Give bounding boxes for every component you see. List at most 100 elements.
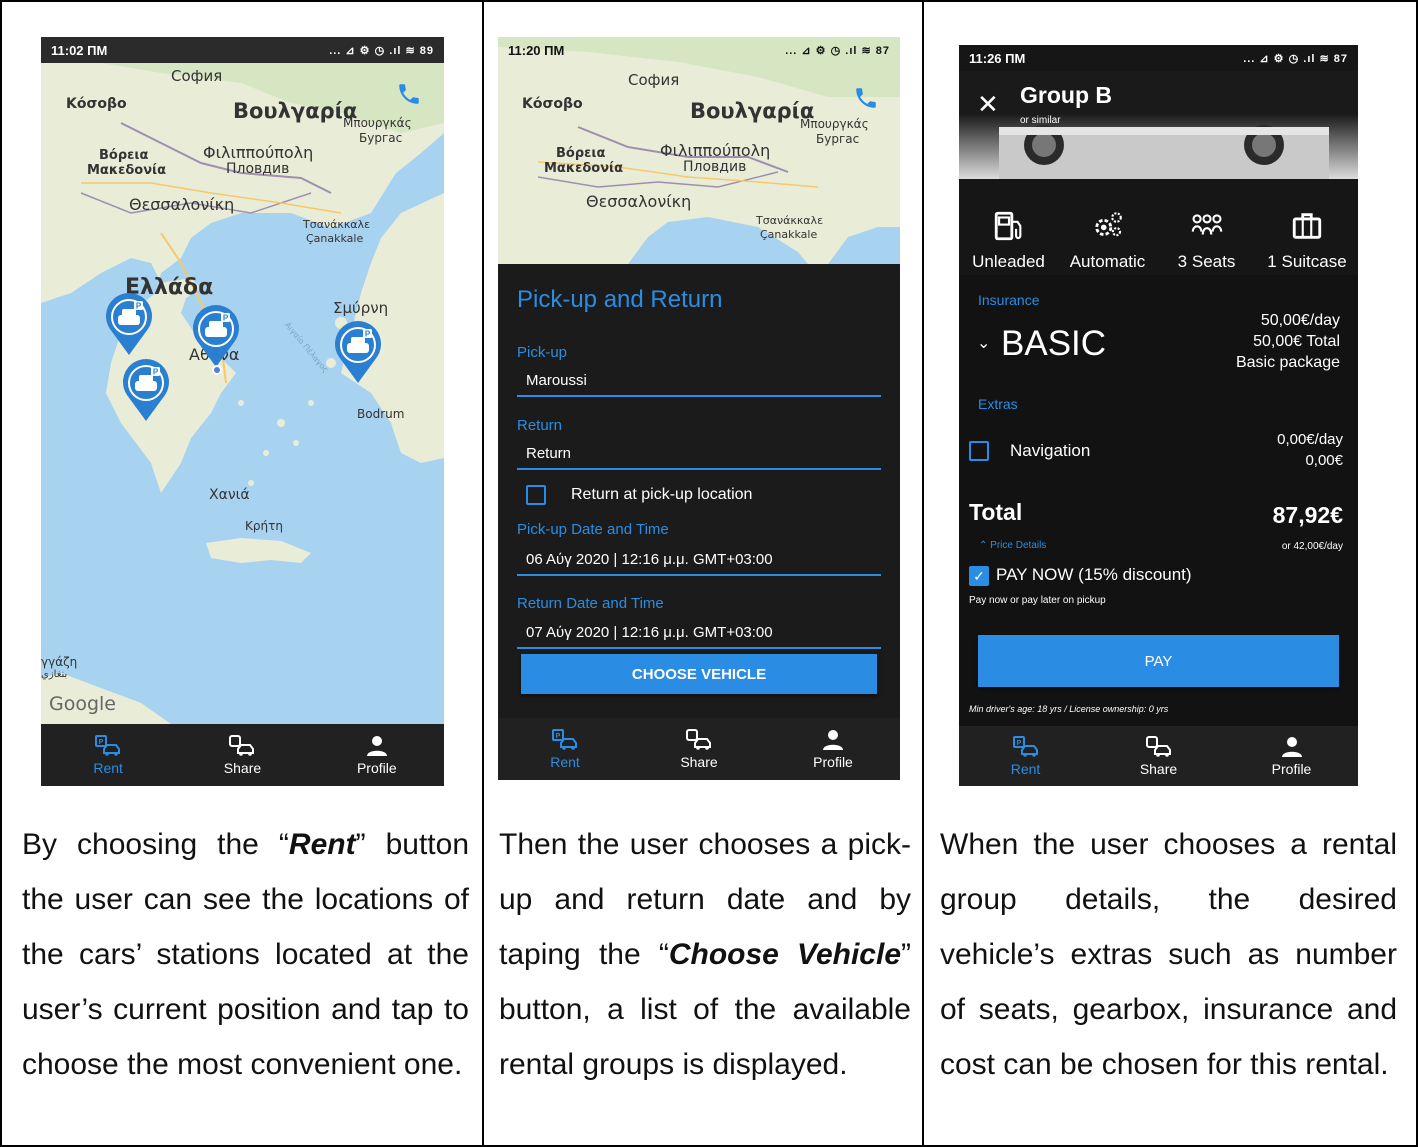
- station-pin[interactable]: P: [333, 319, 383, 385]
- nav-profile[interactable]: Profile: [788, 729, 878, 770]
- share-car-icon: [229, 734, 255, 756]
- station-pin[interactable]: P: [121, 357, 171, 423]
- form-title: Pick-up and Return: [517, 286, 723, 313]
- pickup-input[interactable]: Maroussi: [517, 372, 881, 397]
- same-location-label: Return at pick-up location: [571, 486, 753, 503]
- navigation-checkbox[interactable]: [969, 441, 989, 461]
- feature-gearbox: Automatic: [1058, 179, 1157, 275]
- map-label: Βουλγαρία: [233, 99, 358, 123]
- map-label: Çanakkale: [306, 232, 364, 245]
- pickup-return-form: Pick-up and Return Pick-up Maroussi Retu…: [498, 264, 900, 718]
- group-subtitle: or similar: [1020, 115, 1061, 126]
- map-label: Χανιά: [209, 487, 250, 503]
- bottom-nav: P Rent Share Profile: [498, 718, 900, 780]
- choose-vehicle-button[interactable]: CHOOSE VEHICLE: [521, 654, 877, 694]
- price-details-toggle[interactable]: ⌃ Price Details: [979, 540, 1046, 551]
- nav-rent[interactable]: P Rent: [63, 734, 153, 776]
- svg-text:P: P: [153, 368, 159, 377]
- bottom-nav: P Rent Share Profile: [959, 726, 1358, 786]
- caption-bold: Choose Vehicle: [668, 938, 901, 971]
- pay-now-checkbox[interactable]: ✓: [969, 566, 989, 586]
- caption-choose-vehicle: Then the user chooses a pick-up and retu…: [499, 817, 911, 1092]
- station-pin[interactable]: P: [191, 303, 241, 369]
- insurance-price-day: 50,00€/day: [1260, 312, 1340, 329]
- svg-text:P: P: [136, 302, 142, 311]
- pay-button[interactable]: PAY: [978, 635, 1339, 687]
- nav-profile-label: Profile: [356, 759, 397, 776]
- status-time: 11:02 ПМ: [51, 42, 108, 58]
- map-label: Бургас: [816, 132, 860, 146]
- station-pin[interactable]: P: [104, 291, 154, 357]
- total-label: Total: [969, 499, 1023, 525]
- nav-rent-label: Rent: [550, 753, 580, 770]
- return-input[interactable]: Return: [517, 445, 881, 470]
- nav-profile[interactable]: Profile: [1247, 736, 1337, 777]
- map-label: Пловдив: [226, 161, 290, 177]
- svg-text:P: P: [365, 330, 371, 339]
- feature-label: Unleaded: [972, 252, 1045, 271]
- pickup-datetime-input[interactable]: 06 Αύγ 2020 | 12:16 μ.μ. GMT+03:00: [517, 551, 881, 576]
- map-label: Βουλγαρία: [690, 99, 815, 123]
- insurance-description: Basic package: [1235, 354, 1340, 371]
- map-label: Бургас: [359, 131, 403, 145]
- min-age-note: Min driver's age: 18 yrs / License owner…: [969, 704, 1169, 714]
- caption-text: By choosing the “: [22, 828, 289, 861]
- caption-text: ” button the user can see the locations …: [22, 828, 470, 1081]
- map-view[interactable]: София Κόσοβο Βουλγαρία Μπουργκάς Бургас …: [41, 63, 444, 724]
- caption-bold: Rent: [288, 828, 356, 861]
- extra-price-total: 0,00€: [1305, 452, 1343, 469]
- nav-share-label: Share: [223, 759, 262, 776]
- column-divider: [482, 0, 484, 1147]
- caption-rent: By choosing the “Rent” button the user c…: [22, 817, 469, 1092]
- phone-screen-map: 11:02 ПМ ... ⊿ ⚙ ◷ .ıl ≋ 89 София Κόσοβο…: [41, 37, 444, 786]
- nav-share[interactable]: Share: [197, 734, 287, 776]
- fuel-icon: [994, 211, 1021, 241]
- map-label: Κρήτη: [245, 519, 283, 533]
- map-label: Σμύρνη: [333, 299, 389, 317]
- status-time: 11:26 ПМ: [969, 50, 1026, 66]
- map-label: Τσανάκκαλε: [303, 218, 371, 231]
- suitcase-icon: [1292, 213, 1322, 239]
- chevron-up-icon: ⌃: [979, 540, 991, 551]
- total-value: 87,92€: [1272, 502, 1343, 528]
- phone-icon[interactable]: [396, 81, 422, 107]
- profile-icon: [823, 729, 843, 750]
- return-datetime-input[interactable]: 07 Αύγ 2020 | 12:16 μ.μ. GMT+03:00: [517, 624, 881, 649]
- map-label: Κόσοβο: [66, 96, 127, 112]
- status-icons: ... ⊿ ⚙ ◷ .ıl ≋ 89: [329, 44, 434, 57]
- insurance-name[interactable]: BASIC: [1001, 324, 1106, 364]
- map-label: Пловдив: [683, 159, 747, 175]
- price-details-label: Price Details: [990, 540, 1047, 551]
- gear-icon: [1094, 212, 1122, 237]
- return-datetime-label: Return Date and Time: [517, 595, 664, 612]
- nav-rent[interactable]: P Rent: [520, 728, 610, 770]
- pickup-label: Pick-up: [517, 344, 568, 361]
- map-label: Βόρεια: [99, 148, 149, 163]
- feature-label: Automatic: [1069, 252, 1146, 271]
- nav-rent[interactable]: P Rent: [981, 735, 1071, 777]
- phone-icon[interactable]: [853, 85, 879, 111]
- extras-label: Extras: [978, 396, 1018, 412]
- extra-price-day: 0,00€/day: [1277, 431, 1343, 448]
- rent-car-icon: P: [95, 734, 121, 756]
- map-label: Θεσσαλονίκη: [129, 195, 235, 214]
- same-location-checkbox[interactable]: [526, 485, 546, 505]
- phone-screen-group: 11:26 ПМ ... ⊿ ⚙ ◷ .ıl ≋ 87 ✕ Group B or…: [959, 45, 1358, 786]
- map-label: София: [628, 71, 680, 89]
- pay-now-label: PAY NOW (15% discount): [996, 565, 1192, 584]
- nav-profile[interactable]: Profile: [332, 735, 422, 776]
- map-label: Μακεδονία: [87, 163, 167, 178]
- map-view[interactable]: София Κόσοβο Βουλγαρία Μπουργκάς Бургас …: [498, 37, 900, 264]
- status-time: 11:20 ПМ: [508, 42, 565, 58]
- nav-share[interactable]: Share: [654, 728, 744, 770]
- feature-seats: 3 Seats: [1157, 179, 1256, 275]
- caption-group-details: When the user chooses a rental group det…: [940, 828, 1397, 1081]
- nav-profile-label: Profile: [1271, 760, 1312, 777]
- nav-share-label: Share: [1139, 760, 1178, 777]
- status-bar: 11:26 ПМ ... ⊿ ⚙ ◷ .ıl ≋ 87: [959, 45, 1358, 71]
- nav-rent-label: Rent: [1010, 760, 1041, 777]
- google-logo: Google: [49, 693, 117, 715]
- chevron-down-icon[interactable]: ⌄: [977, 333, 990, 353]
- nav-share[interactable]: Share: [1114, 735, 1204, 777]
- close-icon[interactable]: ✕: [977, 89, 999, 120]
